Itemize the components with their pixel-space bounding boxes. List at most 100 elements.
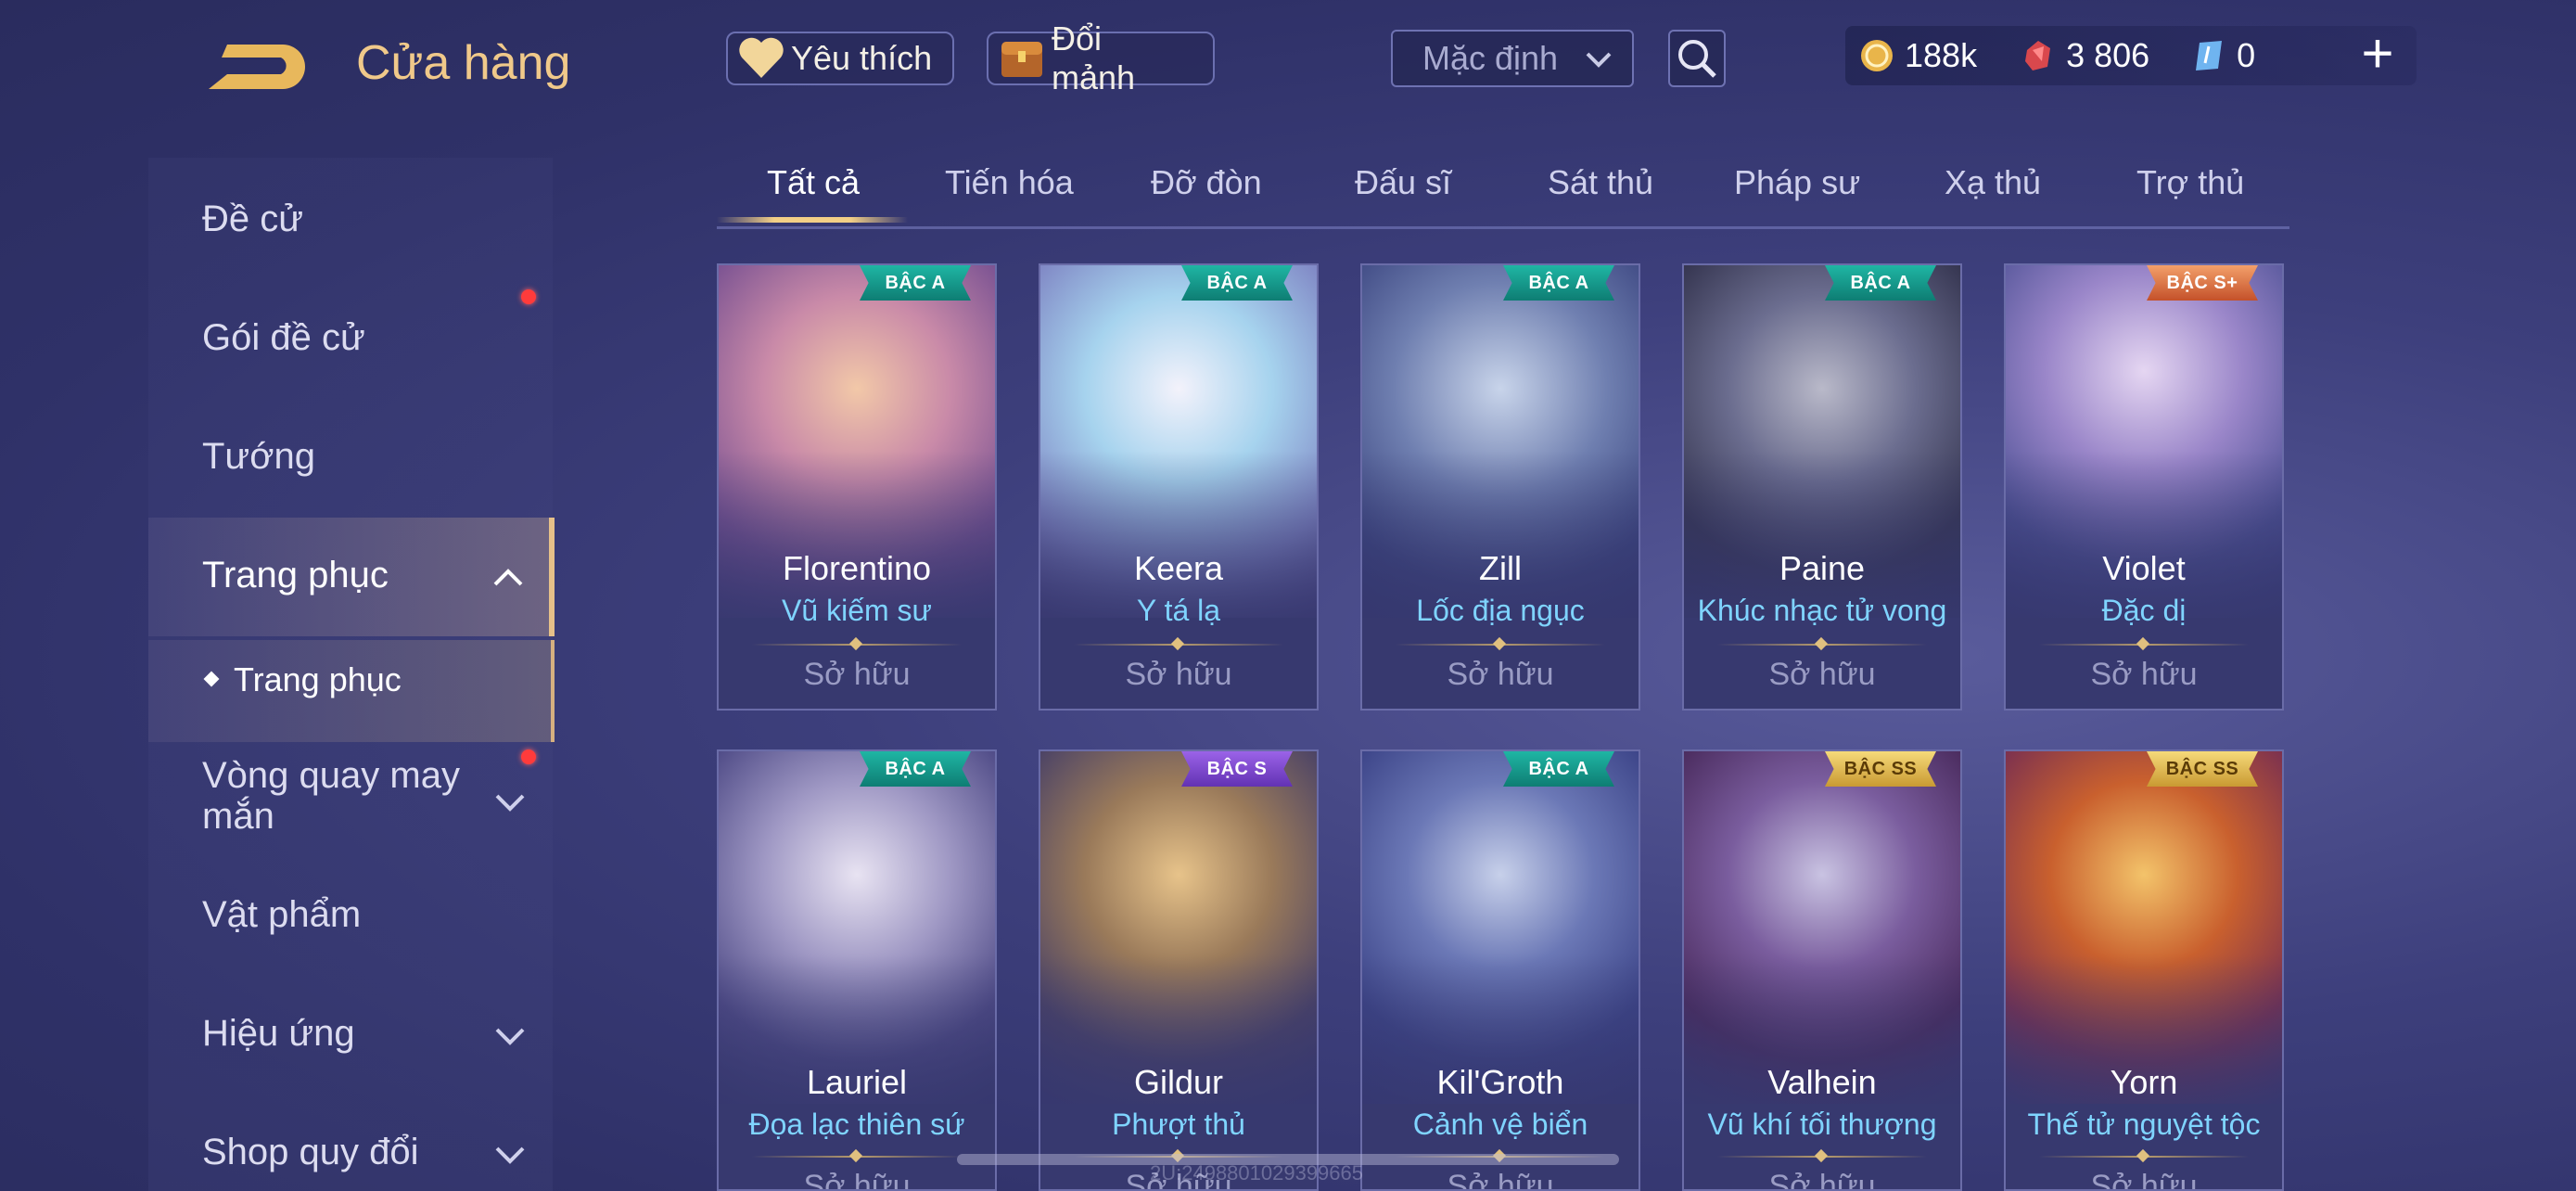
tab-marksman[interactable]: Xạ thủ (1945, 163, 2041, 202)
divider (752, 1156, 962, 1158)
diamond-bullet-icon (203, 671, 220, 687)
sidebar-item-effects[interactable]: Hiệu ứng (202, 1013, 355, 1055)
divider (1717, 1156, 1927, 1158)
hero-name: Yorn (2110, 1063, 2178, 1101)
gold-coin-icon (1861, 40, 1893, 71)
add-currency-button[interactable]: + (2350, 26, 2405, 83)
skin-name: Thế tử nguyệt tộc (2027, 1108, 2261, 1141)
tab-mage[interactable]: Pháp sư (1734, 163, 1860, 202)
owned-status: Sở hữu (2090, 657, 2198, 692)
tier-badge: BẬC SS (2147, 751, 2258, 787)
skin-name: Đọa lạc thiên sứ (748, 1108, 965, 1141)
hero-name: Lauriel (806, 1063, 908, 1101)
skin-card[interactable]: BẬC SS Yorn Thế tử nguyệt tộc Sở hữu (2004, 749, 2284, 1191)
treasure-chest-icon (998, 34, 1046, 83)
role-tabs: Tất cả Tiến hóa Đỡ đòn Đấu sĩ Sát thủ Ph… (717, 152, 2289, 229)
search-button[interactable] (1668, 30, 1726, 87)
chevron-down-icon (495, 1146, 525, 1164)
sidebar-item-lucky-wheel[interactable]: Vòng quay may mắn (202, 755, 480, 837)
skin-name: Khúc nhạc tử vong (1697, 594, 1947, 627)
tier-badge: BẬC S+ (2147, 265, 2258, 301)
blue-voucher-icon (2196, 41, 2223, 70)
owned-status: Sở hữu (803, 657, 911, 692)
sidebar: Đề cử Gói đề cử Tướng Trang phục Trang p… (0, 158, 556, 1191)
page-title: Cửa hàng (356, 36, 571, 90)
tab-all[interactable]: Tất cả (767, 163, 860, 202)
skin-card[interactable]: BẬC A Kil'Groth Cảnh vệ biển Sở hữu (1360, 749, 1640, 1191)
tab-tank[interactable]: Đỡ đòn (1151, 163, 1262, 202)
skin-name: Vũ khí tối thượng (1707, 1108, 1937, 1141)
gold-currency: 188k (1858, 36, 1977, 75)
player-id: 2U:2498801029399665 (1150, 1161, 1364, 1185)
divider (1396, 644, 1605, 646)
gem-currency: 3 806 (2020, 36, 2149, 75)
owned-status: Sở hữu (1447, 1169, 1554, 1191)
skin-card[interactable]: BẬC A Florentino Vũ kiếm sư Sở hữu (717, 263, 997, 711)
sort-dropdown[interactable]: Mặc định (1391, 30, 1634, 87)
sidebar-item-skins[interactable]: Trang phục (148, 518, 555, 636)
notification-dot (521, 289, 536, 304)
gold-amount: 188k (1905, 36, 1978, 74)
sidebar-subitem-skins[interactable]: Trang phục (148, 640, 555, 742)
tier-badge: BẬC A (1181, 265, 1293, 301)
sidebar-item-label: Trang phục (202, 555, 389, 596)
skin-card[interactable]: BẬC S+ Violet Đặc dị Sở hữu (2004, 263, 2284, 711)
divider (2039, 644, 2249, 646)
tier-badge: BẬC S (1181, 751, 1293, 787)
voucher-amount: 0 (2237, 36, 2256, 74)
skin-card[interactable]: BẬC A Keera Y tá lạ Sở hữu (1039, 263, 1319, 711)
skin-card[interactable]: BẬC A Lauriel Đọa lạc thiên sứ Sở hữu (717, 749, 997, 1191)
currency-bar: 188k 3 806 0 (1845, 26, 2417, 85)
active-tab-indicator (717, 217, 908, 223)
owned-status: Sở hữu (1125, 657, 1232, 692)
owned-status: Sở hữu (1768, 657, 1876, 692)
gem-amount: 3 806 (2066, 36, 2150, 74)
tab-fighter[interactable]: Đấu sĩ (1355, 163, 1451, 202)
tab-support[interactable]: Trợ thủ (2136, 163, 2244, 202)
hero-name: Paine (1779, 549, 1866, 587)
favorites-label: Yêu thích (791, 39, 933, 77)
notification-dot (521, 749, 536, 764)
red-gem-icon (2025, 41, 2051, 70)
owned-status: Sở hữu (803, 1169, 911, 1191)
back-arrow-icon (209, 45, 305, 89)
tab-evolution[interactable]: Tiến hóa (945, 163, 1074, 202)
exchange-shards-button[interactable]: Đổi mảnh (987, 19, 1215, 96)
skin-name: Phượt thủ (1112, 1108, 1245, 1141)
tab-assassin[interactable]: Sát thủ (1548, 163, 1653, 202)
chevron-down-icon (1586, 52, 1612, 68)
tier-badge: BẬC A (1825, 265, 1936, 301)
sidebar-item-recommended[interactable]: Đề cử (202, 198, 303, 240)
voucher-currency: 0 (2190, 36, 2255, 75)
chevron-up-icon (493, 569, 523, 586)
sidebar-item-heroes[interactable]: Tướng (202, 436, 315, 478)
skin-name: Lốc địa ngục (1416, 594, 1585, 627)
owned-status: Sở hữu (2090, 1169, 2198, 1191)
hero-name: Keera (1133, 549, 1224, 587)
hero-name: Violet (2102, 549, 2186, 587)
skin-card[interactable]: BẬC A Zill Lốc địa ngục Sở hữu (1360, 263, 1640, 711)
search-icon (1678, 40, 1716, 78)
skin-card[interactable]: BẬC S Gildur Phượt thủ Sở hữu (1039, 749, 1319, 1191)
back-button[interactable] (199, 37, 311, 96)
hero-name: Valhein (1767, 1063, 1877, 1101)
tier-badge: BẬC A (860, 265, 971, 301)
sidebar-item-exchange-shop[interactable]: Shop quy đổi (202, 1132, 419, 1173)
divider (752, 644, 962, 646)
top-bar: Cửa hàng Yêu thích Đổi mảnh Mặc định 188… (0, 0, 2576, 121)
skin-card[interactable]: BẬC SS Valhein Vũ khí tối thượng Sở hữu (1682, 749, 1962, 1191)
tier-badge: BẬC SS (1825, 751, 1936, 787)
tier-badge: BẬC A (1503, 265, 1614, 301)
sidebar-item-items[interactable]: Vật phẩm (202, 894, 361, 936)
hero-name: Zill (1479, 549, 1522, 587)
sidebar-item-recommended-packs[interactable]: Gói đề cử (202, 317, 365, 359)
divider (1074, 644, 1283, 646)
skin-card[interactable]: BẬC A Paine Khúc nhạc tử vong Sở hữu (1682, 263, 1962, 711)
hero-name: Kil'Groth (1436, 1063, 1564, 1101)
owned-status: Sở hữu (1447, 657, 1554, 692)
divider (2039, 1156, 2249, 1158)
skin-name: Cảnh vệ biển (1412, 1108, 1588, 1141)
exchange-label: Đổi mảnh (1052, 19, 1136, 96)
favorites-button[interactable]: Yêu thích (726, 32, 954, 85)
skin-name: Vũ kiếm sư (782, 594, 932, 627)
